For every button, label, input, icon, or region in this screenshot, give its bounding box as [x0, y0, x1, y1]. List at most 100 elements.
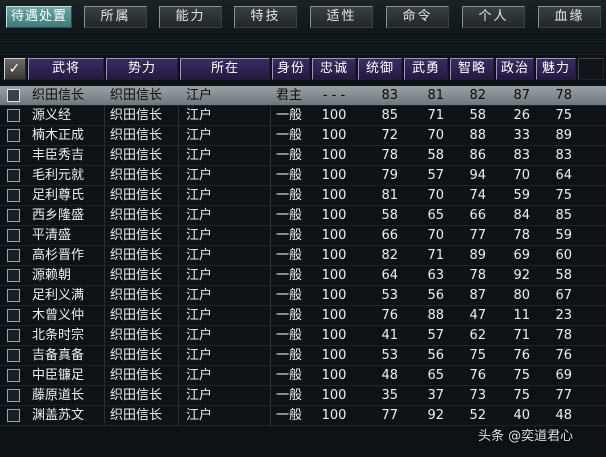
officer-politics: 83	[513, 148, 530, 163]
row-checkbox[interactable]	[7, 389, 20, 402]
table-row[interactable]: 渊盖苏文 织田信长 江户 一般 100 77 92 52 40 48	[0, 406, 606, 426]
table-row[interactable]: 西乡隆盛 织田信长 江户 一般 100 58 65 66 84 85	[0, 206, 606, 226]
column-header-strategy[interactable]: 智略	[450, 58, 494, 80]
table-row[interactable]: 足利尊氏 织田信长 江户 一般 100 81 70 74 59 75	[0, 186, 606, 206]
tab-ability[interactable]: 能力	[159, 6, 222, 28]
table-row[interactable]: 丰臣秀吉 织田信长 江户 一般 100 78 58 86 83 83	[0, 146, 606, 166]
officer-faction: 织田信长	[110, 248, 163, 263]
table-row[interactable]: 木曾义仲 织田信长 江户 一般 100 76 88 47 11 23	[0, 306, 606, 326]
officer-politics: 75	[513, 368, 530, 383]
row-checkbox[interactable]	[7, 409, 20, 422]
row-checkbox[interactable]	[7, 189, 20, 202]
officer-name: 北条时宗	[32, 328, 85, 343]
table-row[interactable]: 源义经 织田信长 江户 一般 100 85 71 58 26 75	[0, 106, 606, 126]
officer-name: 渊盖苏文	[32, 408, 85, 423]
officer-name: 丰臣秀吉	[32, 148, 85, 163]
row-checkbox[interactable]	[7, 289, 20, 302]
officer-strategy: 86	[469, 148, 486, 163]
officer-command: 85	[381, 108, 398, 123]
officer-command: 81	[381, 188, 398, 203]
select-all-checkbox[interactable]: ✓	[4, 58, 26, 80]
officer-command: 64	[381, 268, 398, 283]
officer-politics: 11	[513, 308, 530, 323]
column-header-location[interactable]: 所在	[180, 58, 270, 80]
row-checkbox[interactable]	[7, 209, 20, 222]
table-row[interactable]: 毛利元就 织田信长 江户 一般 100 79 57 94 70 64	[0, 166, 606, 186]
officer-strategy: 87	[469, 288, 486, 303]
column-header-status[interactable]: 身份	[272, 58, 310, 80]
officer-charm: 85	[555, 208, 572, 223]
row-checkbox[interactable]	[7, 89, 20, 102]
column-header-name[interactable]: 武将	[28, 58, 104, 80]
row-checkbox[interactable]	[7, 169, 20, 182]
table-row[interactable]: 楠木正成 织田信长 江户 一般 100 72 70 88 33 89	[0, 126, 606, 146]
officer-location: 江户	[186, 308, 213, 323]
officer-faction: 织田信长	[110, 308, 163, 323]
row-checkbox[interactable]	[7, 349, 20, 362]
officer-politics: 69	[513, 248, 530, 263]
officer-location: 江户	[186, 408, 213, 423]
officer-loyalty: 100	[321, 288, 347, 303]
officer-location: 江户	[186, 228, 213, 243]
row-checkbox[interactable]	[7, 129, 20, 142]
column-header-politics[interactable]: 政治	[496, 58, 534, 80]
column-header-loyalty[interactable]: 忠诚	[312, 58, 356, 80]
officer-politics: 78	[513, 228, 530, 243]
officer-status: 一般	[276, 288, 303, 303]
tab-command[interactable]: 命令	[386, 6, 449, 28]
row-checkbox[interactable]	[7, 369, 20, 382]
column-header-valor[interactable]: 武勇	[404, 58, 448, 80]
tab-affiliation[interactable]: 所属	[84, 6, 147, 28]
officer-location: 江户	[186, 148, 213, 163]
tab-bloodline[interactable]: 血缘	[538, 6, 601, 28]
row-checkbox[interactable]	[7, 229, 20, 242]
column-header-charm[interactable]: 魅力	[536, 58, 576, 80]
officer-charm: 58	[555, 268, 572, 283]
officer-faction: 织田信长	[110, 408, 163, 423]
row-checkbox[interactable]	[7, 309, 20, 322]
officer-valor: 57	[427, 168, 444, 183]
officer-valor: 88	[427, 308, 444, 323]
tab-treatment[interactable]: 待遇处置	[6, 6, 72, 28]
officer-politics: 76	[513, 348, 530, 363]
officer-faction: 织田信长	[110, 328, 163, 343]
row-checkbox[interactable]	[7, 329, 20, 342]
officer-command: 58	[381, 208, 398, 223]
column-header-faction[interactable]: 势力	[106, 58, 178, 80]
table-row[interactable]: 高杉晋作 织田信长 江户 一般 100 82 71 89 69 60	[0, 246, 606, 266]
officer-charm: 59	[555, 228, 572, 243]
officer-location: 江户	[186, 248, 213, 263]
row-checkbox[interactable]	[7, 109, 20, 122]
officer-valor: 57	[427, 328, 444, 343]
table-row[interactable]: 平清盛 织田信长 江户 一般 100 66 70 77 78 59	[0, 226, 606, 246]
tab-skills[interactable]: 特技	[234, 6, 297, 28]
table-row[interactable]: 藤原道长 织田信长 江户 一般 100 35 37 73 75 77	[0, 386, 606, 406]
officer-status: 君主	[276, 88, 303, 103]
table-row[interactable]: 吉备真备 织田信长 江户 一般 100 53 56 75 76 76	[0, 346, 606, 366]
row-checkbox[interactable]	[7, 249, 20, 262]
table-row[interactable]: 中臣镰足 织田信长 江户 一般 100 48 65 76 75 69	[0, 366, 606, 386]
table-row[interactable]: 北条时宗 织田信长 江户 一般 100 41 57 62 71 78	[0, 326, 606, 346]
officer-loyalty: 100	[321, 328, 347, 343]
officer-faction: 织田信长	[110, 268, 163, 283]
table-header: ✓ 武将 势力 所在 身份 忠诚 统御 武勇 智略 政治 魅力	[0, 56, 606, 84]
row-checkbox[interactable]	[7, 269, 20, 282]
officer-strategy: 76	[469, 368, 486, 383]
officer-valor: 56	[427, 348, 444, 363]
table-row[interactable]: 源赖朝 织田信长 江户 一般 100 64 63 78 92 58	[0, 266, 606, 286]
officer-politics: 87	[513, 88, 530, 103]
table-row[interactable]: 足利义满 织田信长 江户 一般 100 53 56 87 80 67	[0, 286, 606, 306]
officer-status: 一般	[276, 148, 303, 163]
officer-location: 江户	[186, 368, 213, 383]
tab-aptitude[interactable]: 适性	[310, 6, 373, 28]
tab-personal[interactable]: 个人	[462, 6, 525, 28]
officer-loyalty: 100	[321, 248, 347, 263]
table-row[interactable]: 织田信长 织田信长 江户 君主 - - - 83 81 82 87 78	[0, 86, 606, 106]
row-checkbox[interactable]	[7, 149, 20, 162]
column-header-command[interactable]: 统御	[358, 58, 402, 80]
officer-politics: 80	[513, 288, 530, 303]
officer-faction: 织田信长	[110, 188, 163, 203]
officer-charm: 23	[555, 308, 572, 323]
officer-name: 源赖朝	[32, 268, 72, 283]
header-filler	[578, 58, 604, 80]
